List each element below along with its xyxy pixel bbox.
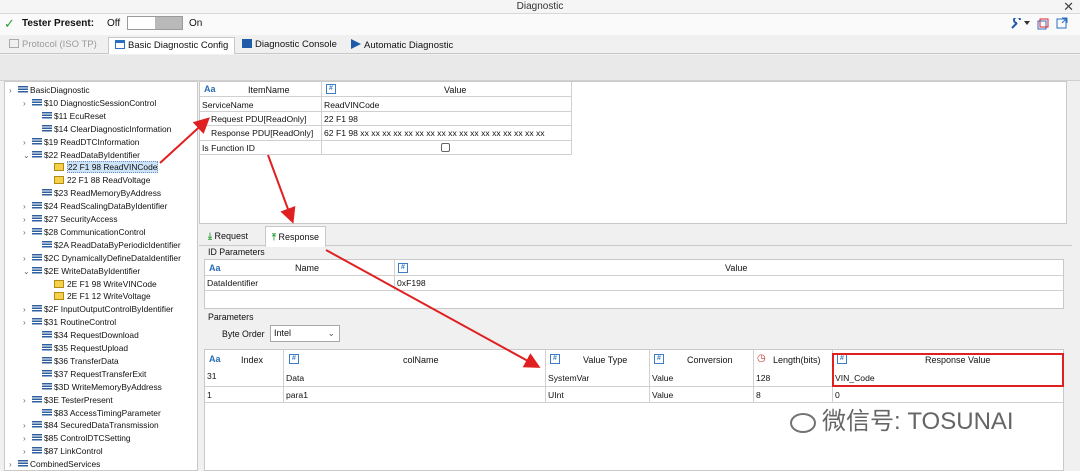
- watermark-text: 微信号: TOSUNAI: [822, 408, 1014, 435]
- arrow-response-to-valuetype: [325, 249, 541, 368]
- wechat-icon: [790, 413, 816, 433]
- wechat-watermark: 微信号: TOSUNAI: [790, 401, 1014, 436]
- arrow-tree-to-grid: [159, 117, 210, 164]
- arrow-grid-to-response-tab: [267, 154, 296, 224]
